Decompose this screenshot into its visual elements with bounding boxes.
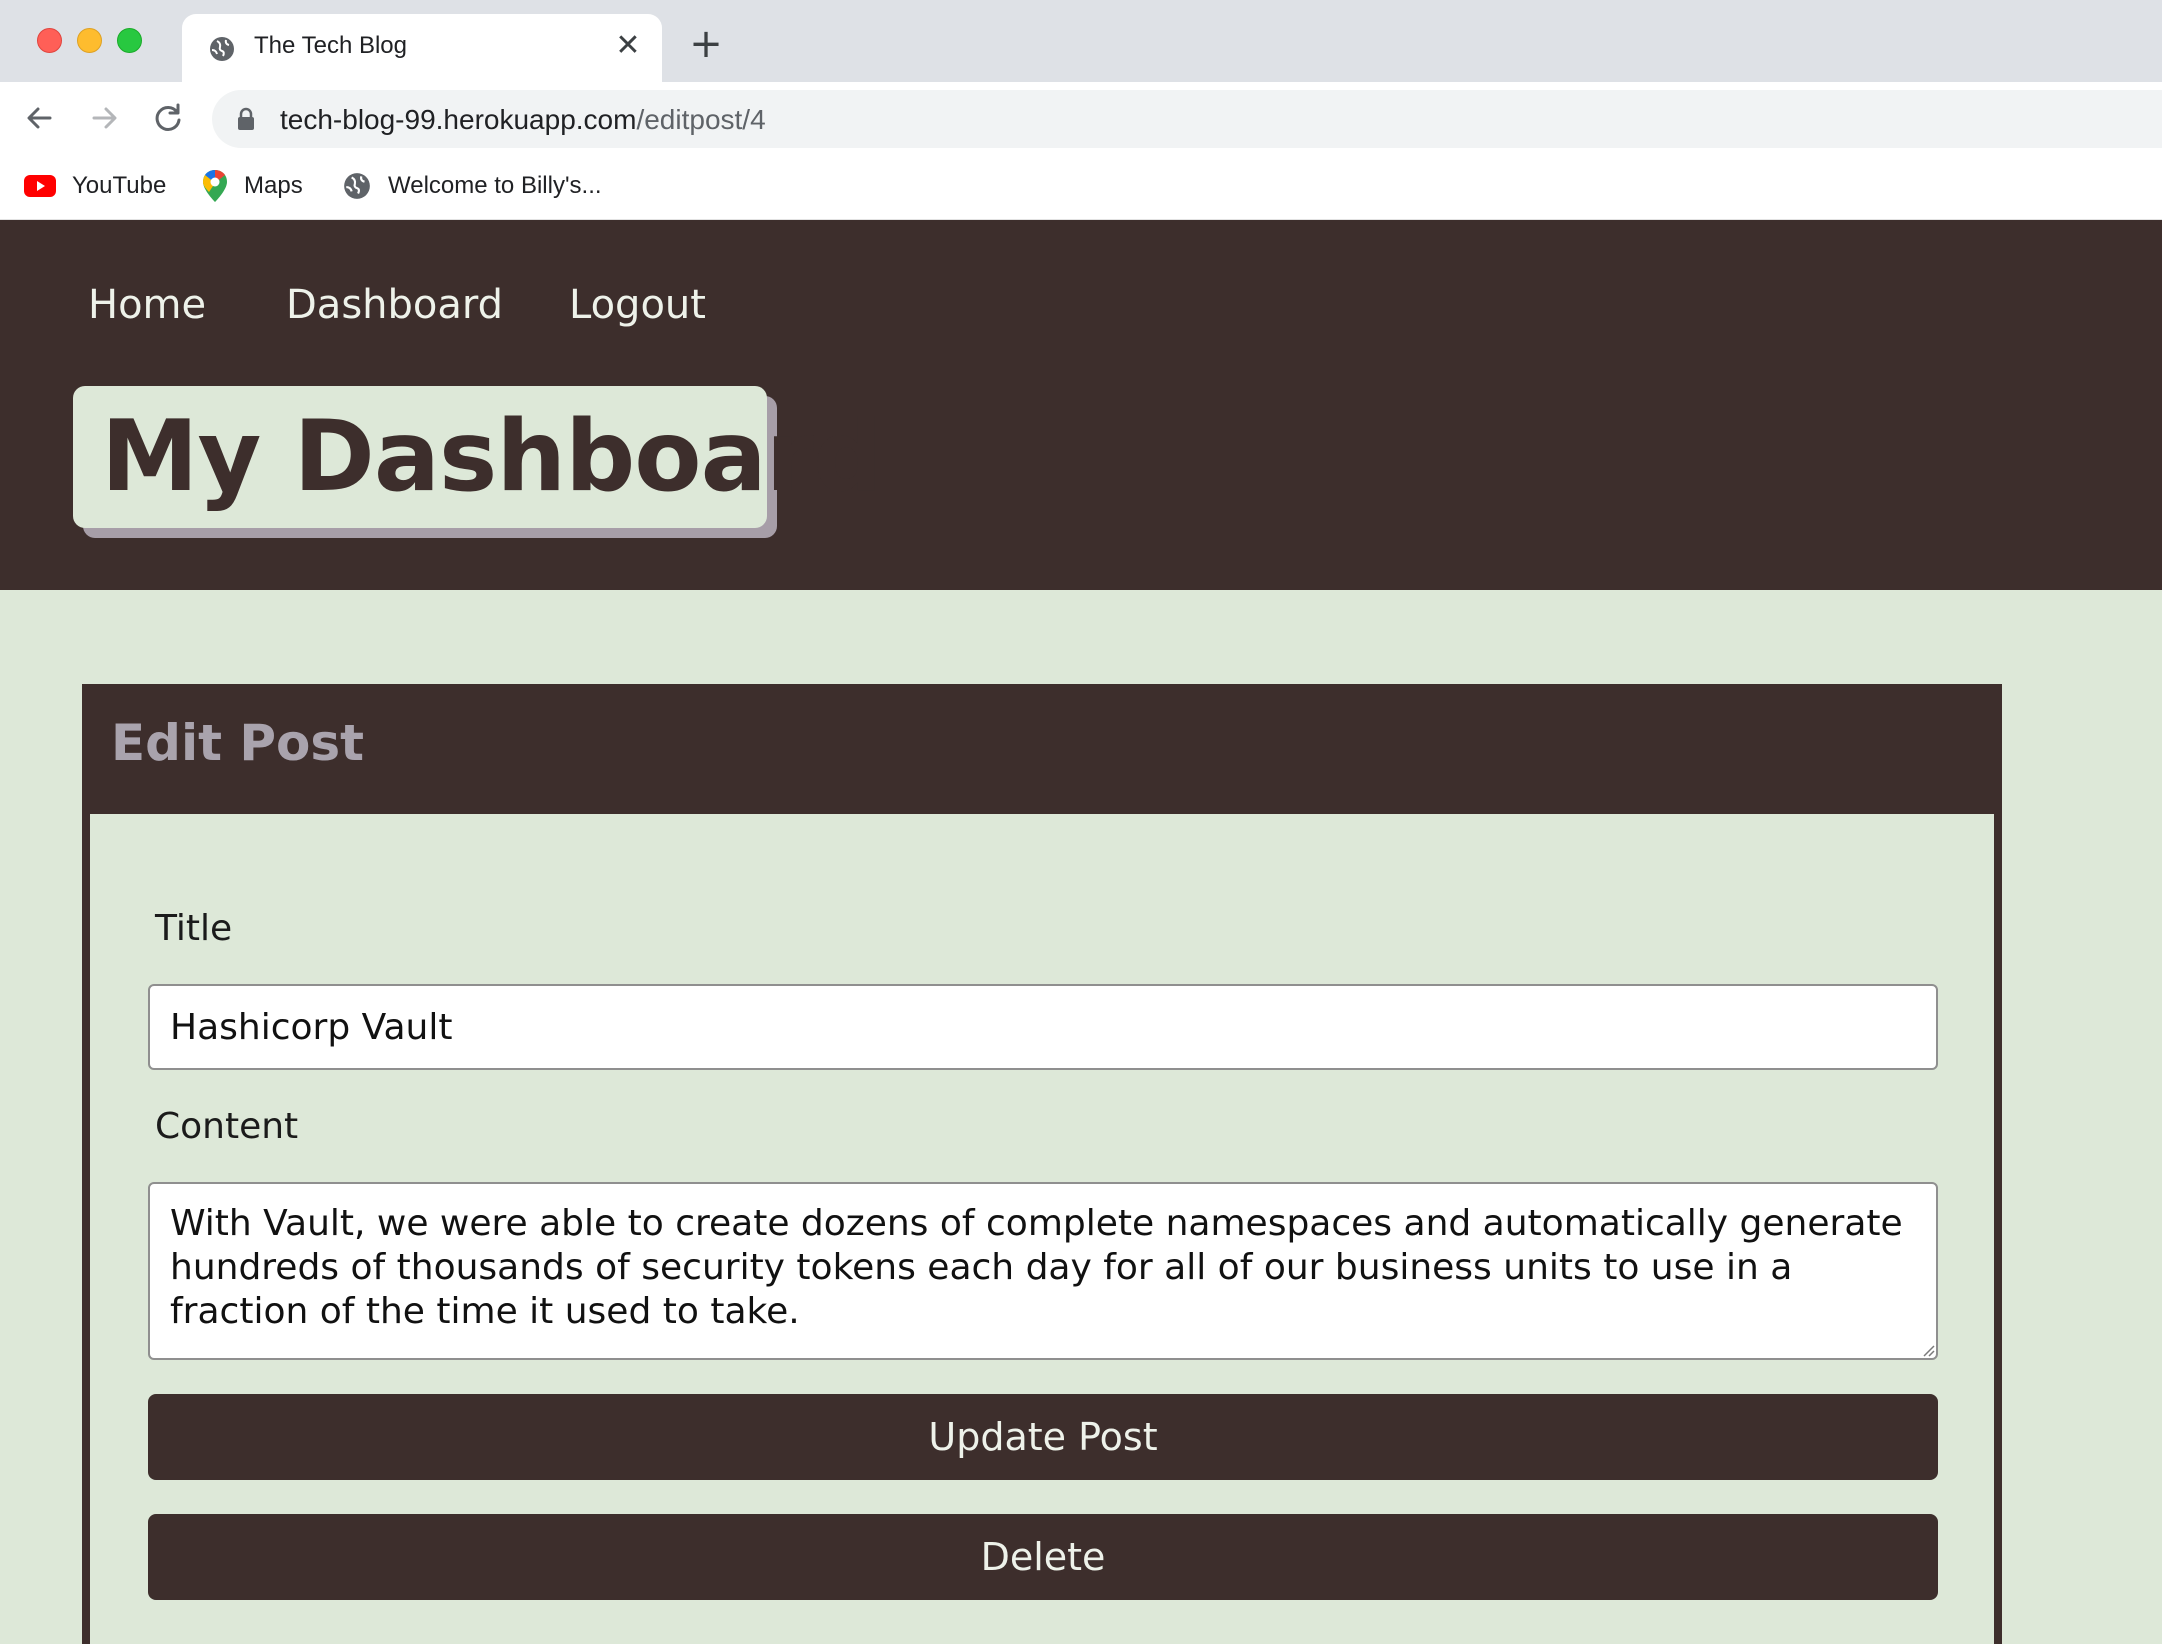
bookmark-label: Maps	[244, 172, 303, 199]
tab-close-icon[interactable]: ✕	[612, 30, 644, 62]
content-textarea[interactable]: With Vault, we were able to create dozen…	[148, 1182, 1938, 1360]
globe-icon	[210, 37, 234, 61]
delete-button[interactable]: Delete	[148, 1514, 1938, 1600]
title-input[interactable]	[148, 984, 1938, 1070]
window-maximize-button[interactable]	[117, 28, 142, 53]
address-bar[interactable]: tech-blog-99.herokuapp.com/editpost/4	[212, 90, 2162, 148]
url-host: tech-blog-99.herokuapp.com	[280, 104, 637, 135]
url-path: /editpost/4	[636, 104, 766, 135]
site-header: Home Dashboard Logout My Dashboard	[0, 220, 2162, 590]
maps-icon	[203, 170, 227, 202]
youtube-icon	[24, 175, 56, 197]
bookmark-billy[interactable]: Welcome to Billy's...	[342, 168, 602, 204]
browser-toolbar: tech-blog-99.herokuapp.com/editpost/4	[0, 82, 2162, 154]
new-tab-icon[interactable]: +	[688, 24, 724, 64]
window-close-button[interactable]	[37, 28, 62, 53]
tab-title: The Tech Blog	[254, 32, 407, 59]
window-minimize-button[interactable]	[77, 28, 102, 53]
browser-tab[interactable]: The Tech Blog ✕	[182, 14, 662, 82]
bookmark-label: YouTube	[72, 172, 167, 199]
resize-grip-icon[interactable]	[1920, 1342, 1936, 1358]
bookmark-label: Welcome to Billy's...	[388, 172, 602, 199]
page-title: My Dashboard	[101, 400, 883, 514]
globe-icon	[344, 173, 370, 199]
back-arrow-icon[interactable]	[20, 98, 60, 138]
bookmarks-bar: YouTube Maps Welcome to Billy's...	[0, 154, 2162, 220]
page-title-box: My Dashboard	[73, 386, 883, 528]
nav-dashboard-link[interactable]: Dashboard	[286, 282, 503, 328]
bookmark-maps[interactable]: Maps	[202, 168, 303, 204]
edit-post-heading: Edit Post	[111, 714, 365, 772]
bookmark-youtube[interactable]: YouTube	[24, 168, 166, 204]
url-text: tech-blog-99.herokuapp.com/editpost/4	[280, 104, 766, 136]
lock-icon	[238, 107, 254, 130]
forward-arrow-icon[interactable]	[84, 98, 124, 138]
content-label: Content	[155, 1106, 299, 1147]
nav-home-link[interactable]: Home	[88, 282, 206, 328]
browser-tab-bar: The Tech Blog ✕ +	[0, 0, 2162, 82]
nav-logout-link[interactable]: Logout	[569, 282, 706, 328]
reload-icon[interactable]	[148, 98, 188, 138]
title-label: Title	[155, 908, 233, 949]
edit-post-card: Edit Post Title Content With Vault, we w…	[82, 684, 2002, 1644]
page: Home Dashboard Logout My Dashboard Edit …	[0, 220, 2162, 1644]
update-post-button[interactable]: Update Post	[148, 1394, 1938, 1480]
edit-post-form: Title Content With Vault, we were able t…	[90, 814, 1994, 1644]
